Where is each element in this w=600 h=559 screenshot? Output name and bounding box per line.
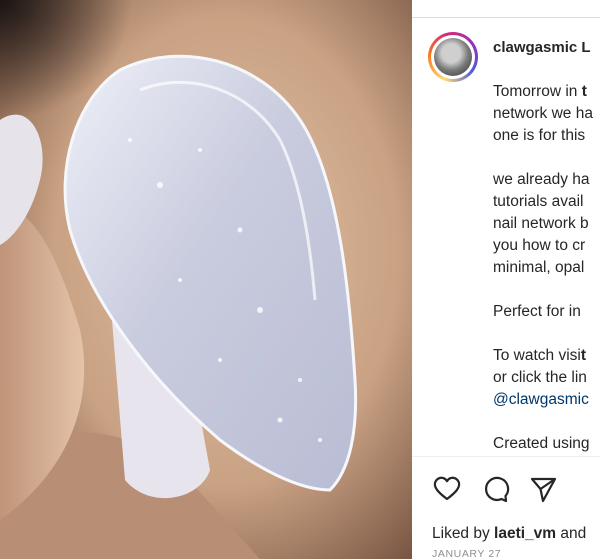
caption-line: you how to cr bbox=[493, 235, 600, 257]
caption-line: @clawgasmic bbox=[493, 389, 600, 411]
avatar[interactable] bbox=[428, 32, 478, 82]
paper-plane-icon[interactable] bbox=[528, 474, 558, 504]
caption-text: network we ha bbox=[493, 105, 593, 122]
caption-text: Perfect for in bbox=[493, 303, 581, 320]
caption-text: To watch visi bbox=[493, 347, 581, 364]
caption-line: network we ha bbox=[493, 103, 600, 125]
caption-text: Tomorrow in bbox=[493, 83, 582, 100]
caption-line: Tomorrow in t bbox=[493, 81, 600, 103]
caption-line: tutorials avail bbox=[493, 191, 600, 213]
caption-text: Created using bbox=[493, 435, 590, 452]
likes-summary: Liked by laeti_vm and bbox=[432, 525, 586, 543]
caption-line: one is for this bbox=[493, 125, 600, 147]
caption-line: or click the lin bbox=[493, 367, 600, 389]
likes-suffix: and bbox=[556, 525, 587, 542]
post-caption: Tomorrow in t network we ha one is for thi… bbox=[493, 81, 600, 455]
caption-text: minimal, opal bbox=[493, 259, 585, 276]
liked-by-user[interactable]: laeti_vm bbox=[494, 525, 556, 542]
heart-icon[interactable] bbox=[432, 474, 462, 504]
post-date[interactable]: JANUARY 27 bbox=[432, 548, 501, 559]
caption-text: tutorials avail bbox=[493, 193, 584, 210]
caption-line bbox=[493, 411, 600, 433]
caption-bold-text: t bbox=[580, 347, 587, 364]
caption-line: minimal, opal bbox=[493, 257, 600, 279]
caption-text: one is for this bbox=[493, 127, 586, 144]
caption-line: nail network b bbox=[493, 213, 600, 235]
comment-icon[interactable] bbox=[480, 474, 510, 504]
actions-divider bbox=[412, 456, 600, 457]
avatar-border bbox=[431, 35, 475, 79]
caption-line bbox=[493, 147, 600, 169]
caption-text: or click the lin bbox=[493, 369, 587, 386]
caption-text: you how to cr bbox=[493, 237, 586, 254]
nail-photo-illustration bbox=[0, 0, 412, 559]
caption-line: Created using bbox=[493, 433, 600, 455]
caption-mention-link[interactable]: @clawgasmic bbox=[493, 391, 589, 408]
caption-line bbox=[493, 279, 600, 301]
caption-text: nail network b bbox=[493, 215, 589, 232]
caption-line bbox=[493, 323, 600, 345]
caption-text: we already ha bbox=[493, 171, 590, 188]
caption-line: Perfect for in bbox=[493, 301, 600, 323]
caption-line: we already ha bbox=[493, 169, 600, 191]
post-details-panel: clawgasmic L Tomorrow in t network we ha o… bbox=[412, 0, 600, 559]
caption-bold-text: t bbox=[581, 83, 587, 100]
panel-top-divider bbox=[412, 17, 600, 18]
likes-prefix: Liked by bbox=[432, 525, 495, 542]
username[interactable]: clawgasmic L bbox=[493, 39, 591, 56]
post-photo[interactable] bbox=[0, 0, 412, 559]
caption-line: To watch visit bbox=[493, 345, 600, 367]
avatar-image bbox=[434, 38, 472, 76]
